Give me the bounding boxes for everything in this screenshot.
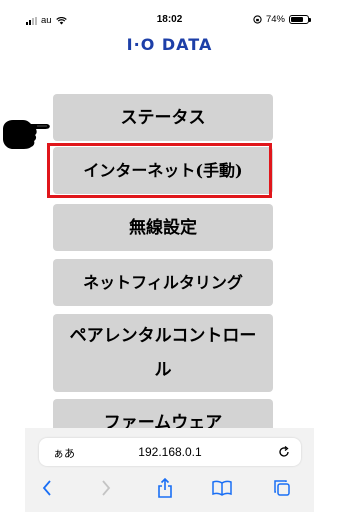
menu-item-parental-control[interactable]: ペアレンタルコントロール (53, 314, 273, 392)
tabs-icon (274, 480, 290, 496)
url-text: 192.168.0.1 (138, 445, 202, 459)
menu-item-wireless-settings[interactable]: 無線設定 (53, 204, 273, 251)
battery-icon (289, 15, 311, 24)
bookmarks-icon (212, 480, 232, 496)
back-icon (42, 480, 51, 496)
orientation-lock-icon (253, 15, 262, 24)
menu-item-label: ステータス (120, 107, 206, 128)
bookmarks-button[interactable] (210, 476, 234, 500)
status-bar: au 18:02 74% (0, 0, 339, 34)
status-right: 74% (253, 14, 311, 25)
battery-percent: 74% (265, 14, 285, 25)
share-button[interactable] (153, 476, 177, 500)
menu-item-label: 無線設定 (129, 217, 197, 238)
forward-button[interactable] (94, 476, 118, 500)
highlight-box (47, 143, 272, 198)
menu-item-net-filtering[interactable]: ネットフィルタリング (53, 259, 273, 306)
menu-item-label: ペアレンタルコントロール (69, 326, 257, 380)
forward-icon (102, 480, 111, 496)
share-icon (158, 478, 172, 498)
menu-item-status[interactable]: ステータス (53, 94, 273, 141)
safari-toolbar (25, 476, 314, 500)
safari-bottom-bar: ぁあ 192.168.0.1 (25, 428, 314, 512)
back-button[interactable] (35, 476, 59, 500)
iodata-logo: I·O DATA (126, 35, 213, 54)
menu-item-label: ネットフィルタリング (83, 272, 243, 292)
address-bar[interactable]: ぁあ 192.168.0.1 (39, 438, 301, 466)
tabs-button[interactable] (270, 476, 294, 500)
reload-icon[interactable] (277, 445, 291, 459)
